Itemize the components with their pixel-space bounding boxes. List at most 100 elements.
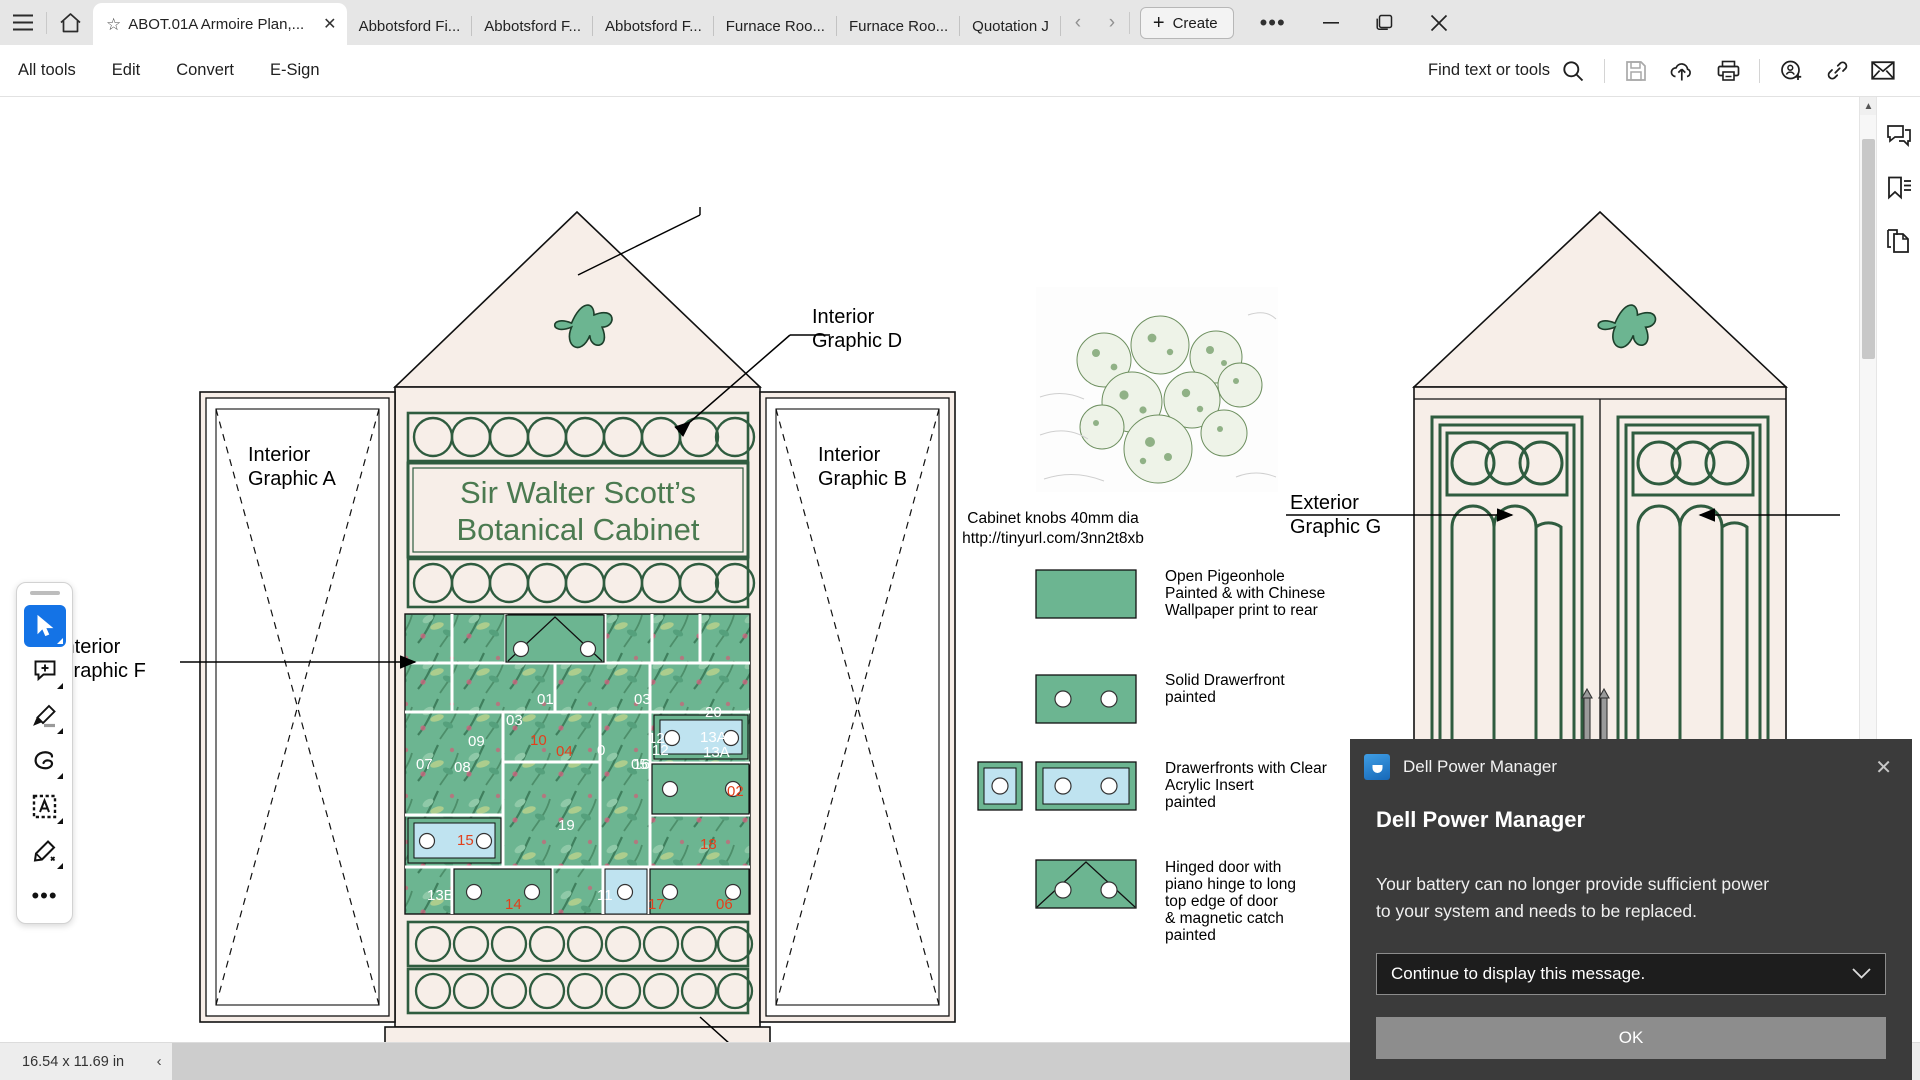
- callout-D-line1: Interior: [812, 306, 875, 328]
- menu-e-sign[interactable]: E-Sign: [252, 61, 338, 80]
- email-icon[interactable]: [1860, 51, 1906, 91]
- compartment-number: 19: [558, 817, 575, 834]
- print-icon[interactable]: [1705, 51, 1751, 91]
- close-window-button[interactable]: [1412, 0, 1466, 45]
- more-tools-button[interactable]: •••: [24, 875, 66, 917]
- tab-label: Abbotsford Fi...: [358, 17, 461, 35]
- dialog-title: Dell Power Manager: [1403, 757, 1558, 776]
- find-label[interactable]: Find text or tools: [1428, 61, 1550, 80]
- legend-3-line-0: Hinged door with: [1165, 859, 1281, 876]
- tab-label: Furnace Roo...: [725, 17, 825, 35]
- tab-abbotsford-1[interactable]: Abbotsford Fi...: [347, 7, 473, 45]
- home-icon[interactable]: [47, 0, 93, 45]
- highlight-tool[interactable]: [24, 695, 66, 737]
- menu-all-tools[interactable]: All tools: [0, 61, 94, 80]
- tabs-prev-button[interactable]: ‹: [1061, 0, 1095, 45]
- page-thumbnails-icon[interactable]: [1882, 223, 1916, 257]
- upload-cloud-icon[interactable]: [1659, 51, 1705, 91]
- bookmarks-icon[interactable]: [1882, 171, 1916, 205]
- compartment-number: 01: [537, 691, 554, 708]
- scroll-thumb-vertical[interactable]: [1862, 139, 1875, 359]
- tab-label: Furnace Roo...: [848, 17, 949, 35]
- compartment-number: 03: [634, 691, 651, 708]
- divider: [1128, 11, 1130, 34]
- dialog-heading: Dell Power Manager: [1376, 807, 1586, 832]
- select-tool[interactable]: [23, 605, 66, 647]
- compartment-number: 07: [416, 756, 433, 773]
- add-comment-tool[interactable]: [24, 650, 66, 692]
- legend-1-line-0: Solid Drawerfront: [1165, 672, 1285, 689]
- drawer-grid: 07090304 005121213A13A01 03200810160215191…: [404, 613, 751, 915]
- search-icon[interactable]: [1550, 51, 1596, 91]
- tab-abbotsford-3[interactable]: Abbotsford F...: [593, 7, 714, 45]
- compartment-number: 11: [597, 887, 613, 904]
- menu-edit[interactable]: Edit: [94, 61, 158, 80]
- tab-label: ABOT.01A Armoire Plan,...: [128, 15, 305, 33]
- legend-3-line-3: & magnetic catch: [1165, 910, 1284, 927]
- text-box-tool[interactable]: [24, 785, 66, 827]
- dell-power-manager-dialog[interactable]: Dell Power Manager ✕ Dell Power Manager …: [1350, 739, 1912, 1080]
- chevron-down-icon: [1852, 966, 1871, 983]
- compartment-number: 18: [700, 836, 717, 853]
- knob-note-line1: Cabinet knobs 40mm dia: [967, 510, 1139, 527]
- compartment-number: 0: [597, 742, 605, 759]
- save-icon[interactable]: [1613, 51, 1659, 91]
- compartment-number: 15: [457, 832, 474, 849]
- legend-0-line-2: Wallpaper print to rear: [1165, 602, 1318, 619]
- compartment-number: 10: [530, 732, 547, 749]
- main-area: Sir Walter Scott’s Botanical Cabinet 07 …: [0, 97, 1920, 1080]
- tabs-next-button[interactable]: ›: [1095, 0, 1129, 45]
- compartment-number: 06: [716, 896, 733, 913]
- favorite-star-icon[interactable]: ☆: [106, 16, 121, 33]
- legend-2-line-2: painted: [1165, 794, 1216, 811]
- compartment-number: 12: [652, 742, 669, 759]
- more-options-icon[interactable]: •••: [1242, 10, 1304, 36]
- legend-3-line-4: painted: [1165, 927, 1216, 944]
- close-icon[interactable]: ✕: [311, 14, 336, 34]
- maximize-button[interactable]: [1358, 0, 1412, 45]
- tab-abbotsford-2[interactable]: Abbotsford F...: [472, 7, 594, 45]
- scroll-up-button[interactable]: ▲: [1860, 97, 1877, 115]
- compartment-number: 03: [506, 712, 523, 729]
- compartment-number: 16: [633, 756, 650, 773]
- toolbox-drag-handle[interactable]: [29, 591, 60, 595]
- legend-1-line-1: painted: [1165, 689, 1216, 706]
- main-toolbar: All tools Edit Convert E-Sign Find text …: [0, 45, 1920, 97]
- tab-quotation[interactable]: Quotation J: [960, 7, 1061, 45]
- callout-B-line2: Graphic B: [818, 468, 907, 490]
- signature-tool[interactable]: [24, 830, 66, 872]
- create-button[interactable]: + Create: [1139, 7, 1234, 39]
- create-label: Create: [1172, 14, 1218, 32]
- compartment-number: 08: [454, 759, 471, 776]
- tab-label: Quotation J: [972, 17, 1049, 35]
- dell-power-icon: [1364, 754, 1390, 780]
- link-icon[interactable]: [1814, 51, 1860, 91]
- scroll-left-button[interactable]: ‹: [146, 1043, 172, 1080]
- legend-swatches: [977, 569, 1137, 909]
- close-icon[interactable]: ✕: [1869, 755, 1898, 780]
- tab-label: Abbotsford F...: [605, 17, 702, 35]
- legend-3-line-1: piano hinge to long: [1165, 876, 1296, 893]
- page-size-label: 16.54 x 11.69 in: [22, 1053, 125, 1070]
- divider: [1759, 58, 1760, 83]
- add-person-icon[interactable]: [1768, 51, 1814, 91]
- tab-active[interactable]: ☆ ABOT.01A Armoire Plan,... ✕: [93, 3, 347, 45]
- hamburger-menu-icon[interactable]: [0, 0, 46, 45]
- legend-0-line-1: Painted & with Chinese: [1165, 585, 1325, 602]
- callout-D-line2: Graphic D: [812, 330, 902, 352]
- legend-3-line-2: top edge of door: [1165, 893, 1278, 910]
- dialog-body-line1: Your battery can no longer provide suffi…: [1376, 874, 1770, 894]
- comments-icon[interactable]: [1882, 119, 1916, 153]
- tab-furnace-1[interactable]: Furnace Roo...: [714, 7, 837, 45]
- compartment-number: 04: [556, 743, 573, 760]
- tab-furnace-2[interactable]: Furnace Roo...: [837, 7, 961, 45]
- message-preference-select[interactable]: Continue to display this message.: [1376, 953, 1886, 995]
- compartment-number: 09: [468, 733, 485, 750]
- ok-button[interactable]: OK: [1376, 1017, 1886, 1059]
- legend-0-line-0: Open Pigeonhole: [1165, 568, 1285, 585]
- minimize-button[interactable]: [1304, 0, 1358, 45]
- menu-convert[interactable]: Convert: [158, 61, 252, 80]
- draw-freehand-tool[interactable]: [24, 740, 66, 782]
- annotation-toolbox: •••: [16, 582, 73, 924]
- compartment-number: 02: [727, 783, 744, 800]
